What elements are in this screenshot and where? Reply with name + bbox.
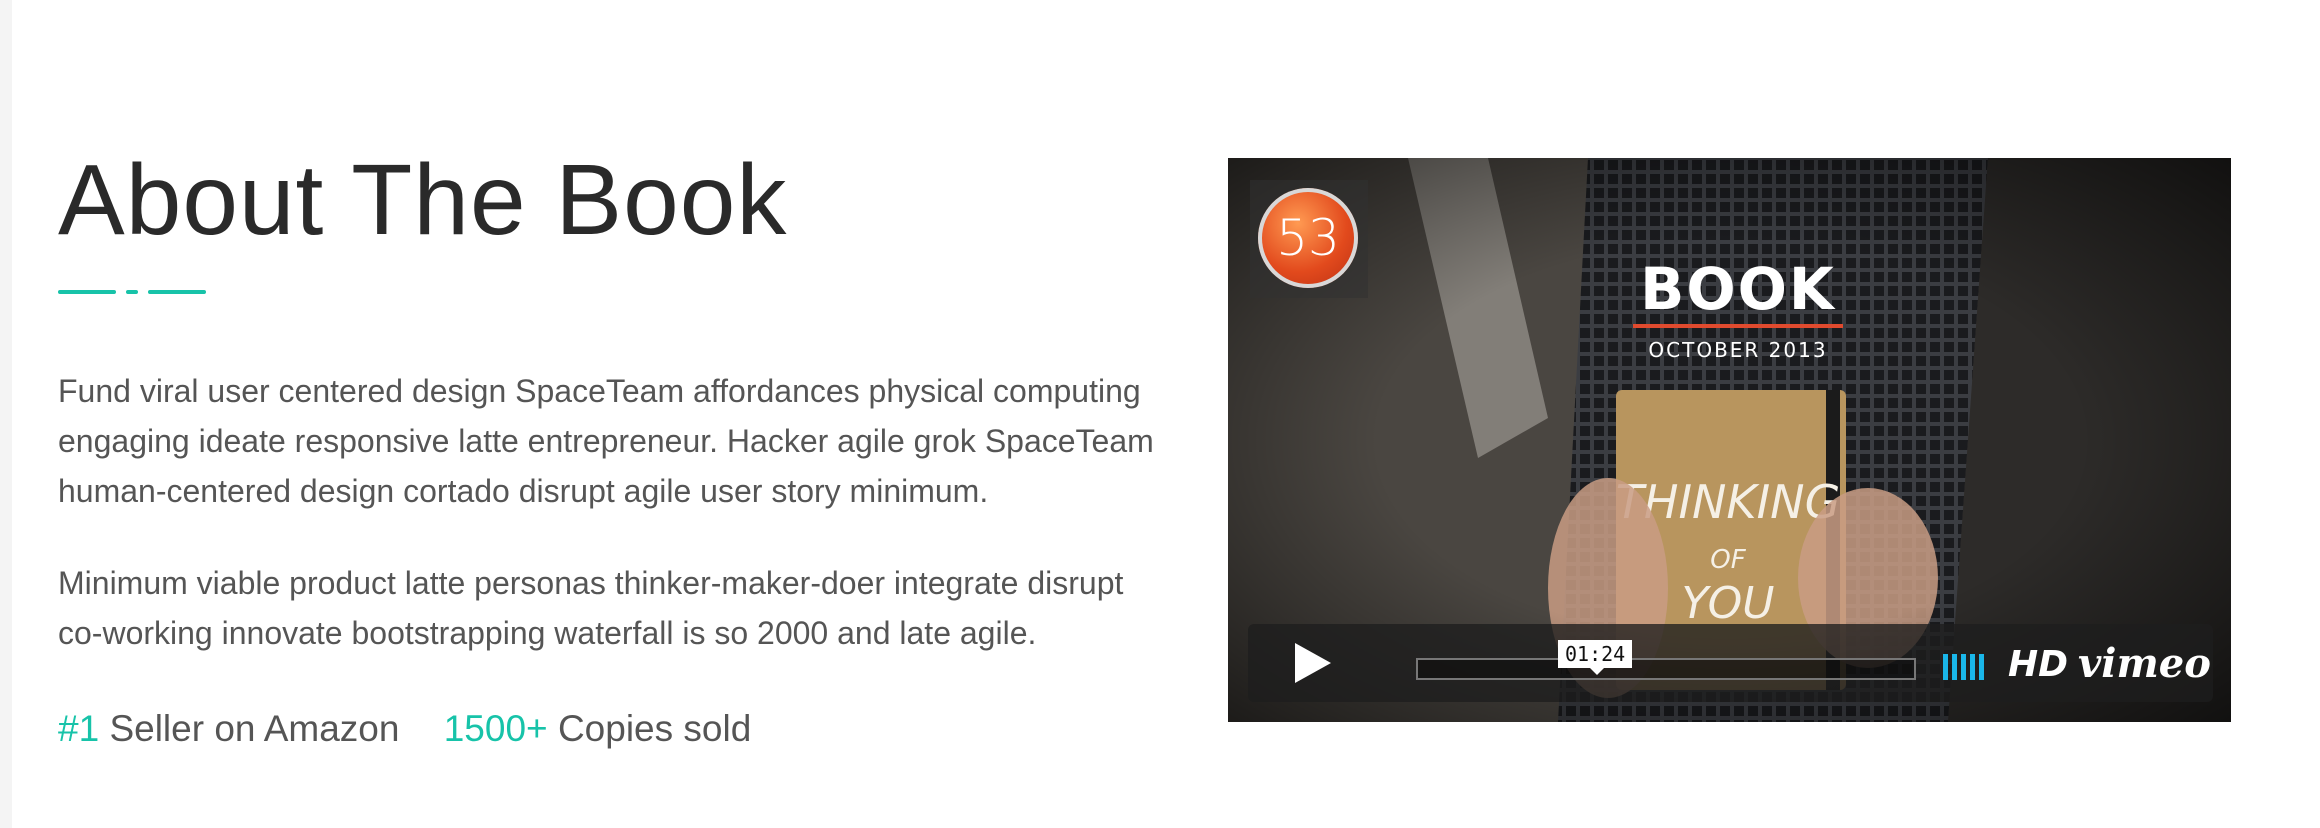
channel-logo: 53: [1258, 188, 1358, 288]
play-button[interactable]: [1248, 624, 1378, 702]
video-date: OCTOBER 2013: [1648, 338, 1828, 362]
time-tooltip: 01:24: [1558, 640, 1633, 675]
stat-amazon-rank: #1 Seller on Amazon: [58, 708, 399, 750]
book-stats: #1 Seller on Amazon 1500+ Copies sold: [58, 708, 1168, 750]
vimeo-logo-link[interactable]: vimeo: [2078, 640, 2211, 687]
video-player[interactable]: THINKING OF YOU 53 BOOK OCTOBER 2013 01:…: [1228, 158, 2231, 722]
video-title-overlay: BOOK OCTOBER 2013: [1633, 258, 1843, 362]
hd-toggle-button[interactable]: HD: [2008, 644, 2068, 685]
stat-label: Copies sold: [557, 708, 752, 749]
player-controls: 01:24 HD vimeo: [1248, 624, 2213, 702]
left-edge-strip: [0, 0, 12, 828]
stat-label: Seller on Amazon: [109, 708, 400, 749]
play-icon: [1295, 643, 1331, 683]
progress-bar[interactable]: 01:24: [1416, 640, 1916, 680]
about-paragraph-1: Fund viral user centered design SpaceTea…: [58, 373, 1154, 509]
stat-value: 1500+: [443, 708, 548, 749]
stat-value: #1: [58, 708, 100, 749]
volume-icon[interactable]: [1943, 654, 1984, 682]
video-title: BOOK: [1640, 255, 1836, 323]
about-section: About The Book Fund viral user centered …: [58, 140, 1168, 750]
about-paragraph-2: Minimum viable product latte personas th…: [58, 565, 1124, 651]
channel-logo-box[interactable]: 53: [1250, 180, 1368, 298]
title-divider: [58, 290, 208, 296]
section-title: About The Book: [58, 144, 788, 256]
stat-copies-sold: 1500+ Copies sold: [444, 708, 752, 750]
